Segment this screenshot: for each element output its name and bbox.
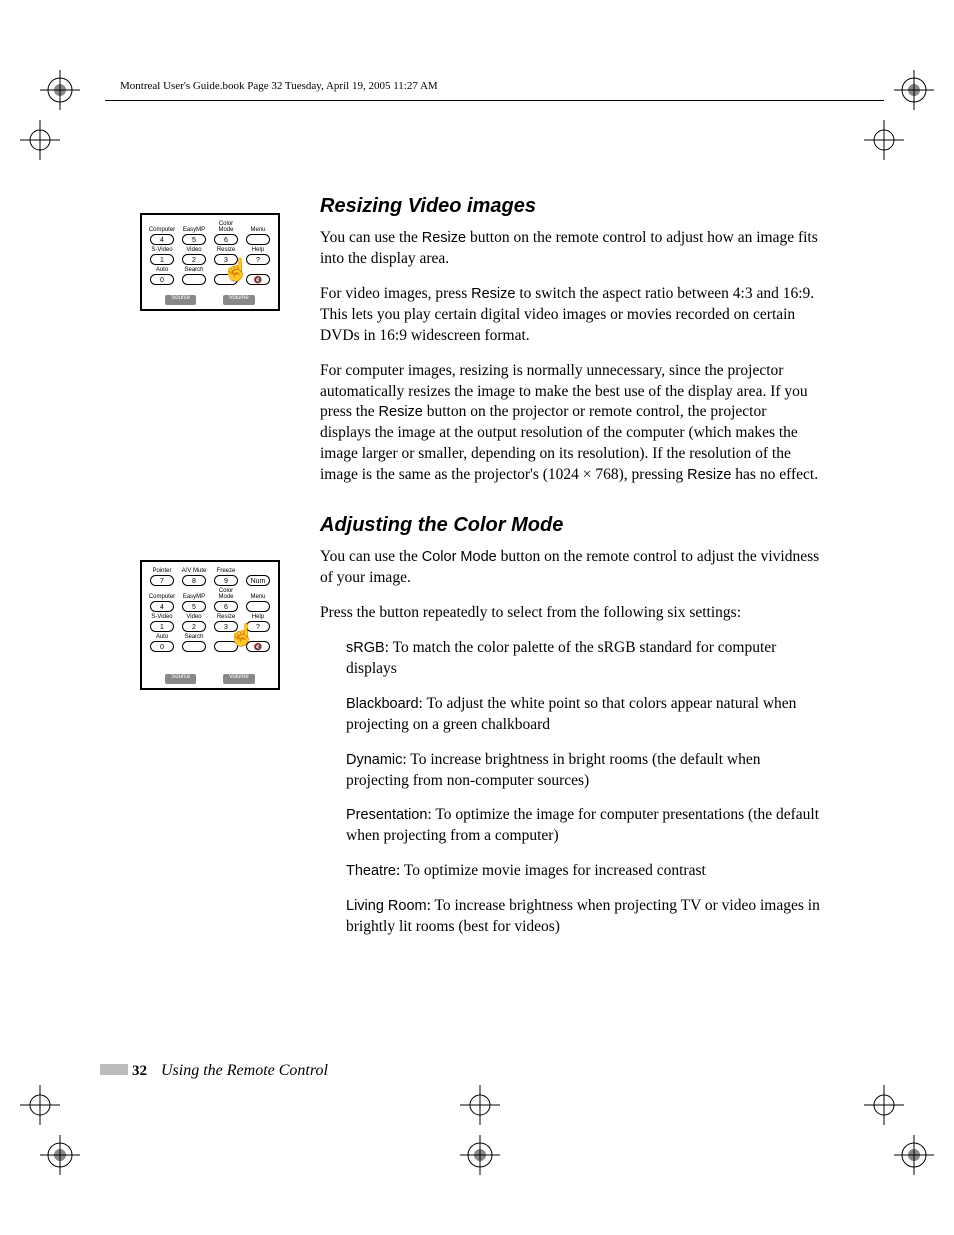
- crop-mark-icon: [894, 70, 934, 110]
- registration-mark-icon: [20, 1085, 60, 1125]
- pointing-hand-icon: ☝: [228, 622, 255, 648]
- list-item: Presentation: To optimize the image for …: [346, 805, 820, 847]
- heading-colormode: Adjusting the Color Mode: [320, 514, 820, 537]
- heading-resizing: Resizing Video images: [320, 195, 820, 218]
- print-header: Montreal User's Guide.book Page 32 Tuesd…: [120, 80, 438, 92]
- pointing-hand-icon: ☝: [222, 257, 249, 283]
- crop-mark-icon: [460, 1135, 500, 1175]
- paragraph: You can use the Color Mode button on the…: [320, 547, 820, 589]
- crop-mark-icon: [40, 70, 80, 110]
- crop-mark-icon: [894, 1135, 934, 1175]
- paragraph: You can use the Resize button on the rem…: [320, 228, 820, 270]
- remote-diagram-colormode: Pointer7 A/V Mute8 Freeze9 Num Computer4…: [140, 560, 280, 690]
- list-item: Living Room: To increase brightness when…: [346, 896, 820, 938]
- paragraph: For computer images, resizing is normall…: [320, 361, 820, 487]
- paragraph: Press the button repeatedly to select fr…: [320, 603, 820, 624]
- header-rule: [105, 100, 884, 101]
- list-item: Theatre: To optimize movie images for in…: [346, 861, 820, 882]
- list-item: Blackboard: To adjust the white point so…: [346, 694, 820, 736]
- page-body: Resizing Video images You can use the Re…: [320, 195, 820, 952]
- crop-mark-icon: [40, 1135, 80, 1175]
- remote-diagram-resize: Computer4 EasyMP5 Color Mode6 Menu S-Vid…: [140, 213, 280, 311]
- mode-list: sRGB: To match the color palette of the …: [346, 638, 820, 938]
- chapter-title: Using the Remote Control: [161, 1062, 328, 1079]
- registration-mark-icon: [864, 1085, 904, 1125]
- page-footer: 32 Using the Remote Control: [100, 1062, 840, 1080]
- paragraph: For video images, press Resize to switch…: [320, 284, 820, 347]
- list-item: sRGB: To match the color palette of the …: [346, 638, 820, 680]
- list-item: Dynamic: To increase brightness in brigh…: [346, 750, 820, 792]
- registration-mark-icon: [20, 120, 60, 160]
- page-number: 32: [132, 1063, 147, 1079]
- registration-mark-icon: [460, 1085, 500, 1125]
- footer-bar-icon: [100, 1064, 128, 1075]
- registration-mark-icon: [864, 120, 904, 160]
